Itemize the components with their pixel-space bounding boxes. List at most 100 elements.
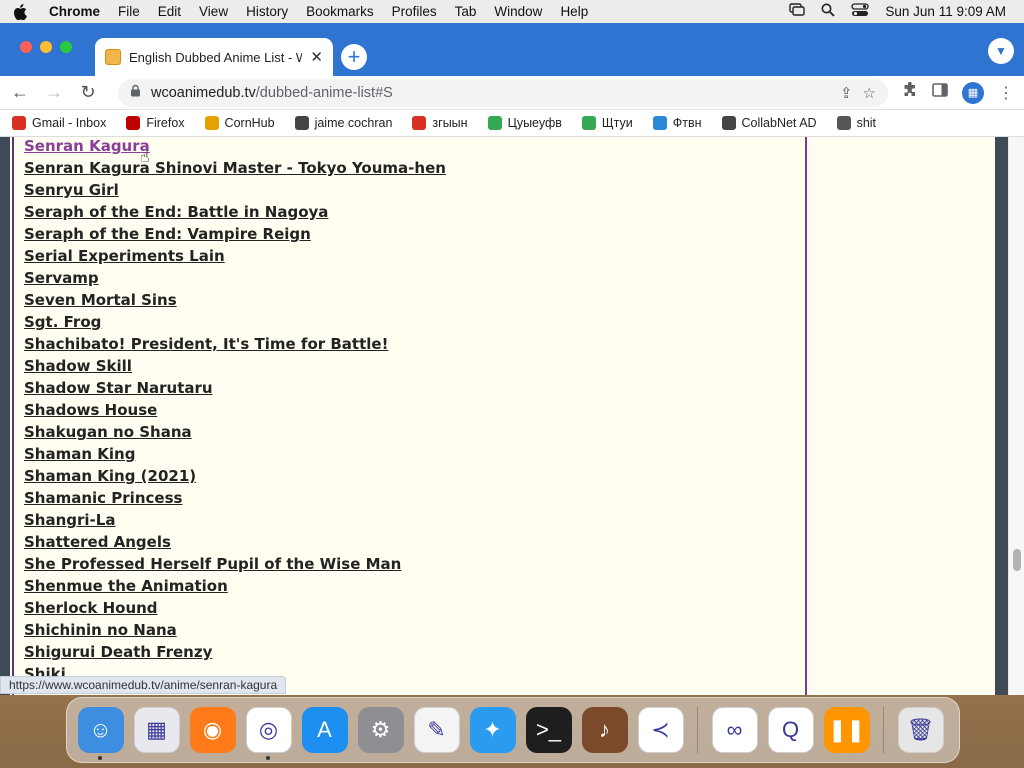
anime-title-link[interactable]: Servamp	[24, 269, 99, 287]
anime-title-link[interactable]: Shigurui Death Frenzy	[24, 643, 212, 661]
scrollbar-thumb[interactable]	[1013, 549, 1021, 571]
page-scrollbar[interactable]	[1008, 137, 1024, 695]
menu-file[interactable]: File	[109, 4, 149, 19]
anime-title-link[interactable]: Shaman King	[24, 445, 135, 463]
bookmark-item[interactable]: CornHub	[204, 116, 275, 130]
tab-active[interactable]: English Dubbed Anime List - W ✕	[95, 38, 333, 76]
menu-window[interactable]: Window	[485, 4, 551, 19]
bookmark-label: Цуыеуфв	[507, 116, 562, 130]
spotlight-search-icon[interactable]	[821, 3, 836, 20]
apple-menu-icon[interactable]	[0, 3, 40, 20]
firefox-icon[interactable]: ◉	[187, 705, 238, 756]
anime-title-link[interactable]: Senryu Girl	[24, 181, 119, 199]
anime-title-link[interactable]: Shachibato! President, It's Time for Bat…	[24, 335, 388, 353]
launchpad-icon[interactable]: ▦	[131, 705, 182, 756]
anime-title-link[interactable]: Shichinin no Nana	[24, 621, 177, 639]
profile-avatar-icon[interactable]: ▦	[962, 81, 984, 104]
instruments-icon[interactable]: ♪	[579, 705, 630, 756]
forward-button[interactable]: →	[42, 82, 66, 103]
menu-view[interactable]: View	[190, 4, 237, 19]
firefox-icon	[126, 116, 141, 130]
menu-bar-clock[interactable]: Sun Jun 11 9:09 AM	[885, 4, 1006, 19]
back-button[interactable]: ←	[8, 82, 32, 103]
anime-title-link[interactable]: Shangri-La	[24, 511, 115, 529]
control-center-icon[interactable]	[851, 3, 870, 20]
menu-help[interactable]: Help	[551, 4, 597, 19]
anime-title-link[interactable]: Shadow Skill	[24, 357, 132, 375]
anime-title-link[interactable]: Senran Kagura	[24, 137, 150, 155]
screen-mirroring-icon[interactable]	[789, 3, 806, 20]
bookmark-item[interactable]: згыын	[412, 116, 468, 130]
list-item: Seraph of the End: Vampire Reign	[24, 225, 446, 247]
anime-title-link[interactable]: Sherlock Hound	[24, 599, 158, 617]
safari-icon[interactable]: ✦	[467, 705, 518, 756]
close-window-button[interactable]	[20, 41, 32, 53]
terminal-icon[interactable]: >_	[523, 705, 574, 756]
anime-title-link[interactable]: Shadows House	[24, 401, 157, 419]
menu-bookmarks[interactable]: Bookmarks	[297, 4, 383, 19]
list-item: Sherlock Hound	[24, 599, 446, 621]
vscode-icon[interactable]: ≺	[635, 705, 686, 756]
bookmark-star-icon[interactable]: ☆	[863, 84, 876, 102]
bookmark-label: CollabNet AD	[741, 116, 817, 130]
window-controls	[20, 41, 72, 53]
system-settings-icon[interactable]: ⚙	[355, 705, 406, 756]
anime-title-link[interactable]: Seraph of the End: Vampire Reign	[24, 225, 311, 243]
dock-tile: ☺	[77, 707, 124, 753]
bookmark-item[interactable]: shit	[836, 116, 876, 130]
tab-search-dropdown-icon[interactable]: ▼	[988, 38, 1014, 64]
bookmark-item[interactable]: CollabNet AD	[721, 116, 817, 130]
list-item: Sgt. Frog	[24, 313, 446, 335]
anime-title-link[interactable]: Shenmue the Animation	[24, 577, 228, 595]
gmail-icon	[412, 116, 427, 130]
menu-history[interactable]: History	[237, 4, 297, 19]
maximize-window-button[interactable]	[60, 41, 72, 53]
menu-app-name[interactable]: Chrome	[40, 4, 109, 19]
address-bar[interactable]: wcoanimedub.tv/dubbed-anime-list#S ⇪ ☆	[118, 78, 888, 107]
globe-icon	[721, 116, 736, 130]
anime-title-link[interactable]: Shattered Angels	[24, 533, 171, 551]
anime-title-link[interactable]: She Professed Herself Pupil of the Wise …	[24, 555, 401, 573]
finder-icon[interactable]: ☺	[75, 705, 126, 760]
chrome-icon[interactable]: ◎	[243, 705, 294, 760]
list-item: Shattered Angels	[24, 533, 446, 555]
textedit-icon[interactable]: ✎	[411, 705, 462, 756]
link-status-bar: https://www.wcoanimedub.tv/anime/senran-…	[0, 676, 287, 694]
anime-title-link[interactable]: Shamanic Princess	[24, 489, 182, 507]
books-icon[interactable]: ❚❚	[821, 705, 872, 756]
anime-title-link[interactable]: Seven Mortal Sins	[24, 291, 177, 309]
extensions-puzzle-icon[interactable]	[902, 81, 918, 103]
share-icon[interactable]: ⇪	[840, 84, 853, 102]
anime-title-link[interactable]: Sgt. Frog	[24, 313, 101, 331]
bookmark-item[interactable]: Щтуи	[581, 116, 633, 130]
chrome-menu-icon[interactable]: ⋮	[998, 83, 1014, 103]
menu-profiles[interactable]: Profiles	[383, 4, 446, 19]
app-store-icon[interactable]: A	[299, 705, 350, 756]
menu-tab[interactable]: Tab	[446, 4, 486, 19]
visual-studio-icon[interactable]: ∞	[709, 705, 760, 756]
anime-title-link[interactable]: Shaman King (2021)	[24, 467, 196, 485]
lock-icon[interactable]	[130, 84, 141, 101]
bookmark-item[interactable]: jaime cochran	[294, 116, 392, 130]
bookmark-item[interactable]: Gmail - Inbox	[12, 116, 106, 130]
reload-button[interactable]: ↻	[76, 82, 100, 103]
trash-icon[interactable]: 🗑	[895, 705, 946, 756]
bookmark-item[interactable]: Firefox	[126, 116, 185, 130]
anime-title-link[interactable]: Seraph of the End: Battle in Nagoya	[24, 203, 328, 221]
anime-title-link[interactable]: Serial Experiments Lain	[24, 247, 225, 265]
anime-title-link[interactable]: Shadow Star Narutaru	[24, 379, 213, 397]
globe-icon	[294, 116, 309, 130]
side-panel-icon[interactable]	[932, 83, 948, 102]
bookmark-item[interactable]: Фтвн	[652, 116, 702, 130]
bookmark-label: Фтвн	[672, 116, 702, 130]
anime-title-link[interactable]: Shakugan no Shana	[24, 423, 192, 441]
close-tab-icon[interactable]: ✕	[310, 48, 323, 66]
new-tab-button[interactable]: +	[341, 44, 367, 70]
minimize-window-button[interactable]	[40, 41, 52, 53]
bookmark-item[interactable]: Цуыеуфв	[487, 116, 562, 130]
menu-edit[interactable]: Edit	[149, 4, 190, 19]
dock-tile: Q	[767, 707, 814, 753]
quicktime-icon[interactable]: Q	[765, 705, 816, 756]
list-item: Shenmue the Animation	[24, 577, 446, 599]
anime-title-link[interactable]: Senran Kagura Shinovi Master - Tokyo You…	[24, 159, 446, 177]
